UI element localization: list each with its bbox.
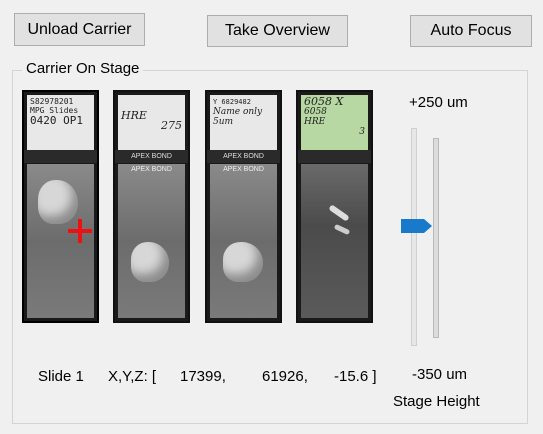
unload-carrier-button[interactable]: Unload Carrier — [14, 13, 145, 46]
slide-label-area: S82978201 MPG Slides 0420 OP1 — [27, 95, 94, 150]
slide-strip — [298, 150, 371, 163]
slide-label-line: S82978201 — [30, 97, 74, 106]
x-coordinate: 17399, — [180, 368, 226, 385]
slide-thumbnail-2[interactable]: HRE 275 APEX BOND APEX BOND — [113, 90, 190, 323]
carrier-group-title: Carrier On Stage — [22, 60, 144, 77]
slide-glass-strip: APEX BOND — [131, 166, 172, 173]
tissue-sample — [131, 242, 169, 282]
current-slide-label: Slide 1 — [38, 368, 84, 385]
slide-label-area: Y 6829482 Name only 5um — [210, 95, 277, 150]
slide-label-line: 5um — [213, 117, 234, 127]
slide-label-line: 3 — [359, 127, 365, 137]
stage-height-caption: Stage Height — [393, 393, 480, 410]
stage-min-label: -350 um — [412, 366, 468, 383]
slide-label-line: 6058 X — [304, 95, 344, 108]
auto-focus-button[interactable]: Auto Focus — [410, 15, 532, 47]
slide-strip: APEX BOND — [115, 150, 188, 163]
tissue-sample — [223, 242, 263, 282]
slide-glass — [301, 164, 368, 318]
stage-height-slider-thumb[interactable] — [401, 219, 432, 233]
slider-thumb-arrow-icon — [401, 219, 432, 233]
slide-strip — [24, 150, 97, 163]
slide-strip: APEX BOND — [207, 150, 280, 163]
tissue-sample — [38, 180, 78, 224]
y-coordinate: 61926, — [262, 368, 308, 385]
slide-label-line: Y 6829482 — [213, 98, 251, 106]
slide-thumbnail-3[interactable]: Y 6829482 Name only 5um APEX BOND APEX B… — [205, 90, 282, 323]
z-coordinate: -15.6 ] — [334, 368, 377, 385]
stage-max-label: +250 um — [409, 94, 468, 111]
crosshair-icon — [68, 219, 92, 243]
slide-label-line: 6058 — [304, 107, 327, 117]
slide-label-line: HRE — [304, 117, 326, 127]
slide-label-line: 0420 OP1 — [30, 114, 83, 127]
take-overview-button[interactable]: Take Overview — [207, 15, 348, 47]
slide-label-area: 6058 X 6058 HRE 3 — [301, 95, 368, 150]
slide-glass: APEX BOND — [210, 164, 277, 318]
xyz-label: X,Y,Z: [ — [108, 368, 157, 385]
slide-glass-strip: APEX BOND — [223, 166, 264, 173]
slide-label-line: 275 — [161, 119, 182, 132]
slide-glass: APEX BOND — [118, 164, 185, 318]
stage-height-track[interactable] — [433, 138, 439, 338]
stage-height-track-secondary — [411, 128, 417, 346]
slide-thumbnail-1[interactable]: S82978201 MPG Slides 0420 OP1 — [22, 90, 99, 323]
slide-label-line: Name only — [213, 107, 263, 117]
slide-thumbnail-4[interactable]: 6058 X 6058 HRE 3 — [296, 90, 373, 323]
slide-label-area: HRE 275 — [118, 95, 185, 150]
